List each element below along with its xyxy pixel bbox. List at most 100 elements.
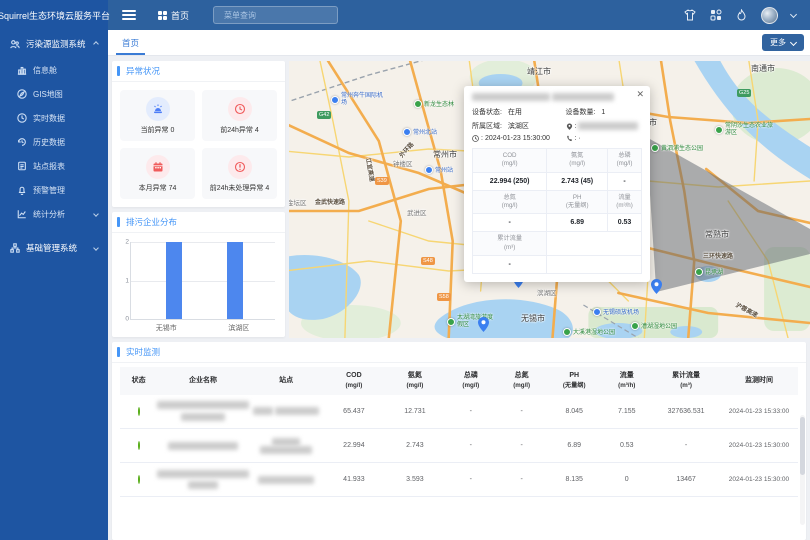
- sidebar-item-gis-map[interactable]: GIS地图: [0, 82, 108, 106]
- tn-value: -: [496, 463, 547, 497]
- sidebar-item-station-report[interactable]: 站点报表: [0, 154, 108, 178]
- stat-card-month-abnormal[interactable]: 本月异常 74: [120, 148, 195, 199]
- header-actions: [683, 7, 810, 24]
- param-value: -: [608, 172, 642, 190]
- history-icon: [17, 137, 27, 147]
- sidebar-item-label: 统计分析: [33, 209, 65, 220]
- poi-station-icon: [425, 166, 433, 174]
- poi-airport-icon: [593, 308, 601, 316]
- tp-value: -: [445, 463, 496, 497]
- y-tick: 1: [120, 277, 129, 284]
- chevron-up-icon: [93, 41, 99, 47]
- sidebar-item-history-data[interactable]: 历史数据: [0, 130, 108, 154]
- sidebar-item-realtime-data[interactable]: 实时数据: [0, 106, 108, 130]
- search-input[interactable]: [224, 11, 334, 20]
- road-shield: S48: [421, 257, 435, 265]
- y-tick: 2: [120, 239, 129, 246]
- device-phone: :·: [566, 135, 643, 142]
- poi-park-icon: [715, 126, 723, 134]
- map-marker-pin[interactable]: [478, 317, 489, 332]
- nh3n-value: 3.593: [384, 463, 445, 497]
- map-poi[interactable]: 昆承湖: [695, 267, 723, 276]
- status-online-indicator: [138, 441, 140, 450]
- menu-search[interactable]: [213, 6, 338, 24]
- col-header: 累计流量(m³): [652, 367, 720, 395]
- col-header: 状态: [120, 367, 157, 395]
- table-row[interactable]: 41.933 3.593 - - 8.135 0 13467 2024-01-2…: [120, 463, 798, 497]
- total-flow-value: 327636.531: [652, 395, 720, 429]
- theme-icon[interactable]: [683, 9, 696, 22]
- map-poi[interactable]: 大溪港湿地公园: [563, 327, 615, 336]
- home-grid-icon: [158, 11, 167, 20]
- map-label-road: 金武快速路: [315, 197, 345, 206]
- device-count: 设备数量: 1: [566, 107, 643, 117]
- map-poi[interactable]: 常州站: [425, 165, 453, 174]
- sidebar-group-base-management[interactable]: 基础管理系统: [0, 234, 108, 262]
- total-flow-value: 13467: [652, 463, 720, 497]
- hamburger-menu-icon[interactable]: [122, 10, 136, 20]
- map-poi[interactable]: 太湖湾旅游度假区: [447, 315, 497, 329]
- top-header: Squirrel生态环境云服务平台 首页: [0, 0, 810, 30]
- report-icon: [17, 161, 27, 171]
- col-header: 总磷(mg/l): [445, 367, 496, 395]
- table-row[interactable]: 22.994 2.743 - - 6.89 0.53 - 2024-01-23 …: [120, 429, 798, 463]
- abnormal-status-panel: 异常状况 当前异常 0 前24h异常 4: [112, 61, 285, 207]
- poi-lake-icon: [695, 268, 703, 276]
- tn-value: -: [496, 429, 547, 463]
- sidebar-item-label: GIS地图: [33, 89, 63, 100]
- station-name-redacted: [249, 429, 324, 463]
- monitor-time: 2024-01-23 15:30:00: [720, 463, 798, 497]
- poi-park-icon: [631, 322, 639, 330]
- stat-card-current-abnormal[interactable]: 当前异常 0: [120, 90, 195, 141]
- sidebar-item-label: 实时数据: [33, 113, 65, 124]
- chevron-down-icon: [93, 211, 99, 217]
- user-avatar[interactable]: [761, 7, 778, 24]
- nh3n-value: 12.731: [384, 395, 445, 429]
- param-value: 0.53: [608, 214, 642, 232]
- param-value: -: [473, 214, 547, 232]
- sidebar-item-statistics[interactable]: 统计分析: [0, 202, 108, 226]
- more-button[interactable]: 更多: [762, 34, 804, 51]
- ph-value: 6.89: [547, 429, 601, 463]
- stat-card-unhandled-abnormal[interactable]: 前24h未处理异常 4: [202, 148, 277, 199]
- table-row[interactable]: 65.437 12.731 - - 8.045 7.155 327636.531…: [120, 395, 798, 429]
- stat-card-24h-abnormal[interactable]: 前24h异常 4: [202, 90, 277, 141]
- device-address: :: [566, 121, 643, 131]
- map-poi[interactable]: 黄泗浦生态公园: [651, 143, 703, 152]
- sidebar-item-alert-management[interactable]: 预警管理: [0, 178, 108, 202]
- chart-x-labels: 无锡市 滨湖区: [130, 323, 275, 333]
- gis-map[interactable]: 南通市 靖江市 港市 常州市 钟楼区 武进区 无锡市 滨湖区 常熟市 金坛区 金…: [289, 61, 810, 338]
- monitor-table-header: 状态 企业名称 站点 COD(mg/l) 氨氮(mg/l) 总磷(mg/l) 总…: [120, 367, 798, 395]
- map-poi[interactable]: 新龙生态林: [414, 99, 454, 108]
- station-info-popup: ✕ 设备状态: 在用 设备数量: 1 所属区域: 滨湖区: [464, 86, 650, 282]
- map-poi[interactable]: 常州奔牛国际机场: [331, 93, 385, 107]
- monitor-time: 2024-01-23 15:33:00: [720, 395, 798, 429]
- popup-close-icon[interactable]: ✕: [636, 90, 644, 99]
- sidebar-item-info-cabin[interactable]: 信息舱: [0, 58, 108, 82]
- map-label-district: 金坛区: [289, 197, 307, 207]
- x-label: 无锡市: [130, 323, 203, 333]
- map-poi[interactable]: 常州北站: [403, 127, 437, 136]
- param-value: -: [473, 256, 547, 274]
- map-label-city: 常州市: [433, 149, 457, 160]
- station-name-redacted: [249, 395, 324, 429]
- sidebar-group-pollution-monitor[interactable]: 污染源监测系统: [0, 30, 108, 58]
- flame-icon[interactable]: [735, 9, 748, 22]
- nav-home-label: 首页: [171, 9, 189, 22]
- poi-resort-icon: [447, 318, 455, 326]
- poi-park-icon: [414, 100, 422, 108]
- app-window: Squirrel生态环境云服务平台 首页 污染源监测系: [0, 0, 810, 540]
- clock-icon: [472, 135, 479, 142]
- sidebar-group-label: 污染源监测系统: [26, 38, 86, 50]
- map-poi[interactable]: 无锡硕放机场: [593, 307, 639, 316]
- map-poi[interactable]: 常阴沙生态农业旅游区: [715, 123, 777, 137]
- layout-icon[interactable]: [709, 9, 722, 22]
- map-poi[interactable]: 漕湖湿地公园: [631, 321, 677, 330]
- user-menu-chevron-icon[interactable]: [790, 10, 797, 17]
- realtime-monitor-panel: 实时监测 状态 企业名称 站点 COD(mg/l) 氨氮(mg: [112, 342, 806, 540]
- tab-home[interactable]: 首页: [116, 32, 145, 55]
- scrollbar-thumb[interactable]: [800, 417, 805, 475]
- map-marker-pin-selected[interactable]: [651, 279, 662, 294]
- map-label-city: 靖江市: [527, 66, 551, 77]
- nav-home[interactable]: 首页: [158, 9, 189, 22]
